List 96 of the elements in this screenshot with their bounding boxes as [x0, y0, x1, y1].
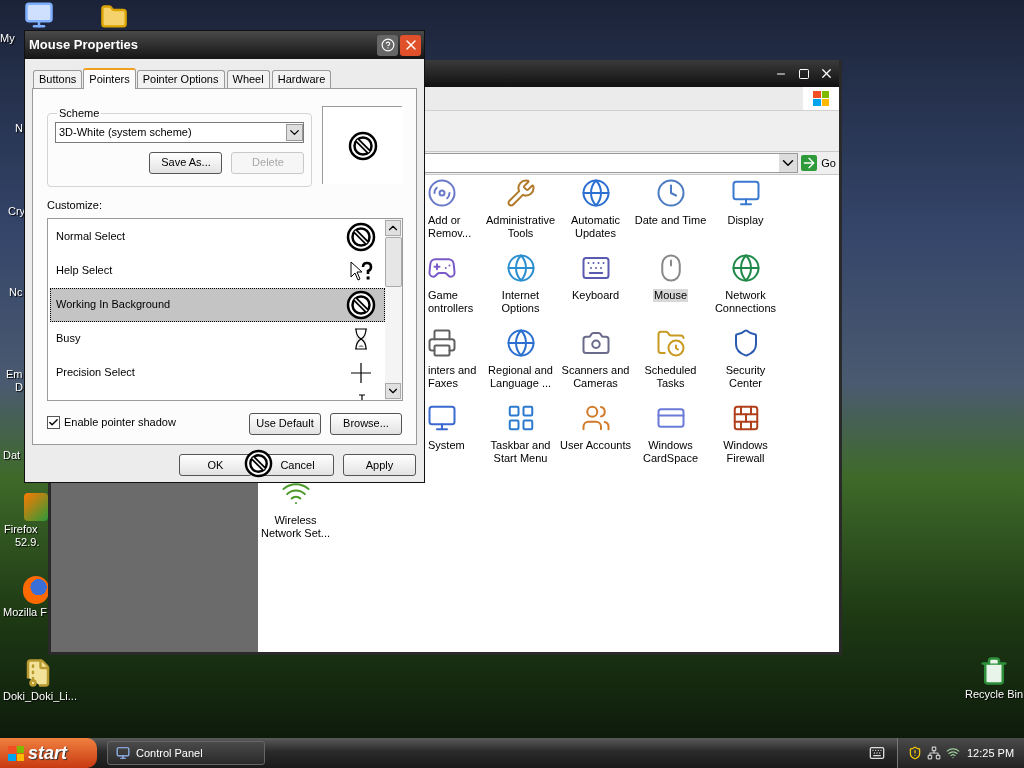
pointer-row[interactable]: Help Select [50, 253, 385, 288]
pointer-row[interactable]: Working In Background [50, 287, 385, 322]
control-panel-item[interactable]: Display [726, 214, 765, 227]
control-panel-item[interactable]: Network Connections [713, 289, 778, 315]
help-icon [380, 38, 395, 52]
unavailable-cursor-icon [346, 289, 376, 320]
keyboard-icon[interactable] [869, 745, 885, 761]
scrollbar[interactable] [385, 218, 402, 400]
taskbar-button[interactable]: Control Panel [107, 741, 265, 765]
tab[interactable]: Pointer Options [136, 70, 225, 88]
scheme-dropdown[interactable]: 3D-White (system scheme) [55, 121, 305, 143]
control-panel-item[interactable]: Add or Remov... [427, 214, 473, 240]
globe-icon[interactable] [505, 253, 536, 283]
control-panel-item[interactable]: Date and Time [633, 214, 708, 227]
printer-icon[interactable] [427, 328, 457, 358]
desktop-icon-label: D [14, 381, 24, 394]
dialog-button[interactable]: Save As... [149, 151, 223, 174]
window-title: Mouse Properties [29, 36, 139, 55]
control-panel-item[interactable]: Security Center [724, 364, 767, 390]
users-icon[interactable] [580, 403, 611, 433]
desktop-icon-label: Recycle Bin [963, 688, 1024, 701]
folder-icon[interactable] [100, 3, 128, 31]
control-panel-item[interactable]: Scanners and Cameras [560, 364, 631, 390]
desktop-icon-label: Nc [9, 286, 24, 299]
desktop-icon-label: Cry [8, 205, 25, 218]
globe-icon[interactable] [730, 253, 761, 283]
pointer-row[interactable]: Busy [50, 321, 385, 356]
desktop-icon-label: Mozilla F [3, 606, 48, 619]
globe-icon[interactable] [505, 328, 536, 358]
tab[interactable]: Hardware [271, 70, 332, 88]
customize-label: Customize: [47, 198, 104, 213]
monitor-icon[interactable] [427, 403, 457, 433]
dialog-button[interactable]: Use Default [249, 412, 321, 435]
control-panel-item[interactable]: Taskbar and Start Menu [489, 439, 552, 465]
wireless-icon[interactable] [946, 746, 960, 760]
help-cursor-icon [349, 260, 373, 281]
group-label: Scheme [58, 106, 101, 121]
control-panel-item[interactable]: Windows Firewall [722, 439, 769, 465]
desktop-icon-label: Dat [3, 449, 22, 462]
clock: 12:25 PM [967, 745, 1015, 761]
monitor-icon[interactable] [730, 178, 761, 208]
dialog-button[interactable]: Apply [343, 454, 416, 476]
dialog-button[interactable]: Browse... [330, 412, 402, 435]
mouse-pointer-icon [244, 449, 273, 478]
control-panel-item[interactable]: inters and Faxes [427, 364, 478, 390]
close-button[interactable] [400, 34, 421, 56]
desktop-icon-label: Doki_Doki_Li... [3, 690, 78, 703]
close-icon [819, 66, 834, 81]
checkbox-label[interactable]: Enable pointer shadow [64, 414, 176, 431]
control-panel-item[interactable]: Wireless Network Set... [259, 514, 332, 540]
crosshair-cursor-icon [350, 361, 372, 384]
desktop-icon-label: Firefox [4, 523, 39, 536]
text-cursor-icon [358, 393, 366, 400]
pointer-row[interactable]: Precision Select [50, 355, 385, 390]
start-button[interactable]: start [0, 738, 97, 768]
recycle-bin-icon[interactable] [979, 656, 1009, 686]
wrench-icon[interactable] [505, 178, 536, 208]
go-button[interactable]: Go [798, 153, 839, 173]
control-panel-item[interactable]: Scheduled Tasks [643, 364, 698, 390]
network-icon[interactable] [927, 746, 941, 760]
scroll-up-icon[interactable] [385, 219, 401, 236]
computer-icon[interactable] [24, 0, 54, 30]
tab[interactable]: Buttons [33, 70, 83, 88]
control-panel-item[interactable]: Regional and Language ... [487, 364, 554, 390]
checkbox[interactable] [47, 416, 60, 429]
maximize-icon [797, 67, 810, 80]
control-panel-item[interactable]: Game ontrollers [427, 289, 475, 315]
scroll-down-icon[interactable] [385, 382, 401, 399]
control-panel-item[interactable]: System [427, 439, 466, 452]
hourglass-cursor-icon [354, 327, 368, 350]
unavailable-cursor-icon [347, 130, 378, 161]
control-panel-item[interactable]: Administrative Tools [484, 214, 557, 240]
desktop-icon-label: N [15, 122, 24, 135]
unavailable-cursor-icon [346, 221, 376, 252]
control-panel-item[interactable]: User Accounts [559, 439, 632, 452]
globe-icon[interactable] [580, 178, 611, 208]
pointer-row[interactable]: Normal Select [50, 219, 385, 254]
clock-icon[interactable] [655, 178, 686, 208]
disc-icon[interactable] [427, 178, 457, 208]
windows-flag-icon [8, 745, 24, 761]
help-button[interactable] [377, 34, 398, 56]
folder-clock-icon[interactable] [655, 328, 686, 358]
control-panel-item[interactable]: Windows CardSpace [641, 439, 699, 465]
control-panel-item[interactable]: Mouse [653, 289, 688, 302]
desktop-icon-label: 52.9. [14, 536, 41, 549]
control-panel-item[interactable]: Keyboard [570, 289, 621, 302]
control-panel-item[interactable]: Internet Options [500, 289, 541, 315]
windows-logo-icon [803, 87, 839, 110]
shield-icon[interactable] [908, 746, 922, 760]
tab[interactable]: Wheel [226, 70, 270, 88]
desktop-icon-label: Em [6, 368, 24, 381]
dialog-button[interactable]: OK [179, 454, 252, 476]
check-icon [48, 417, 59, 428]
monitor-icon [116, 746, 130, 760]
control-panel-item[interactable]: Automatic Updates [570, 214, 621, 240]
tab[interactable]: Pointers [83, 68, 136, 89]
